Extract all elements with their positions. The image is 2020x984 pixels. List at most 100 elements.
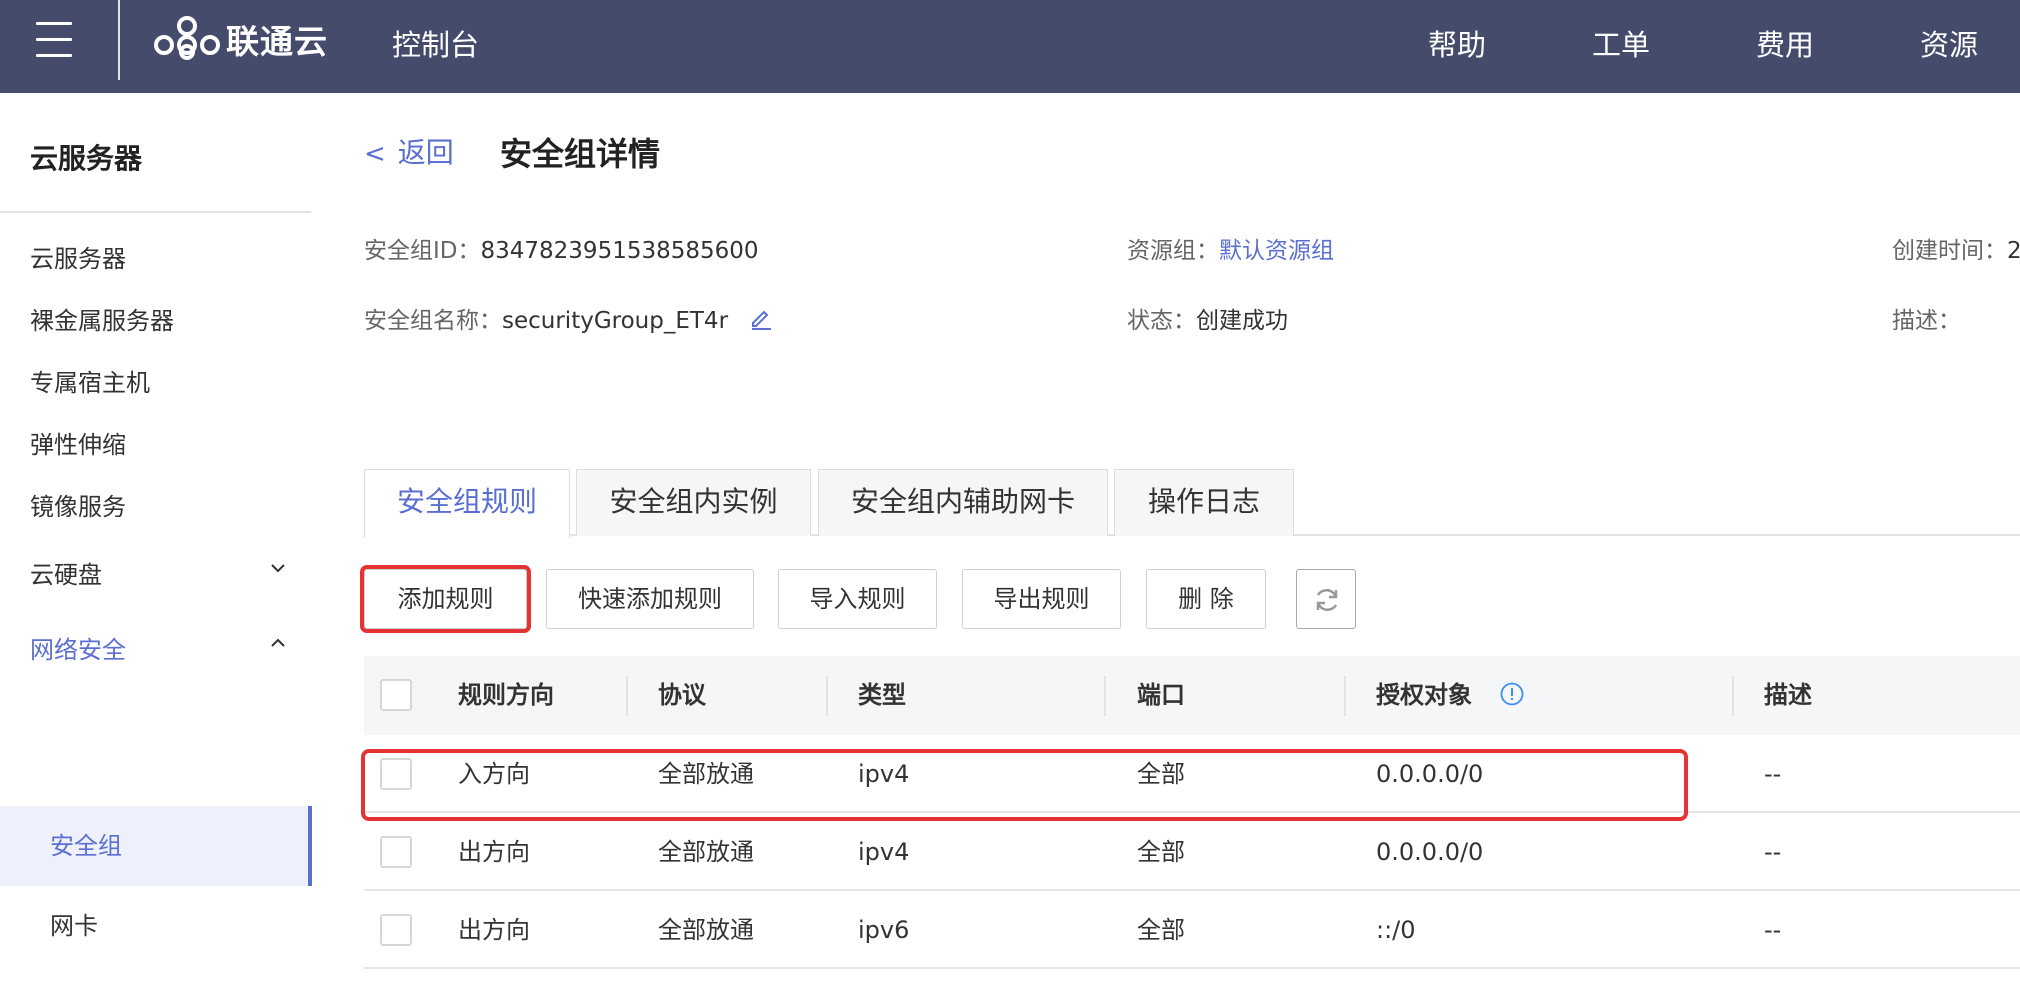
column-divider — [826, 676, 828, 716]
cell-port: 全部 — [1137, 838, 1185, 866]
column-header-description[interactable]: 描述 — [1764, 656, 1812, 735]
info-value: 创建成功 — [1196, 308, 1288, 334]
add-rule-button[interactable]: 添加规则 — [364, 569, 527, 629]
info-security-group-name: 安全组名称：securityGroup_ET4r — [364, 301, 773, 335]
column-header-port[interactable]: 端口 — [1137, 656, 1185, 735]
tab-bar: 安全组规则 安全组内实例 安全组内辅助网卡 操作日志 — [364, 469, 2020, 538]
menu-icon[interactable] — [36, 22, 72, 57]
console-link[interactable]: 控制台 — [392, 22, 479, 64]
cell-direction: 入方向 — [458, 760, 530, 788]
top-bar: 联通云 控制台 帮助 工单 费用 资源 — [0, 0, 2020, 93]
info-label: 状态： — [1127, 308, 1196, 334]
refresh-icon — [1316, 588, 1338, 612]
info-resource-group: 资源组：默认资源组 — [1127, 231, 1334, 265]
logo[interactable]: 联通云 — [152, 14, 328, 64]
refresh-button[interactable] — [1296, 569, 1356, 629]
nav-ticket[interactable]: 工单 — [1592, 22, 1756, 64]
tab-security-group-rules[interactable]: 安全组规则 — [364, 469, 570, 538]
import-rules-button[interactable]: 导入规则 — [778, 569, 937, 629]
cell-source: 0.0.0.0/0 — [1376, 760, 1484, 788]
info-description: 描述： — [1892, 301, 1961, 335]
cell-description: -- — [1764, 838, 1782, 866]
nav-billing[interactable]: 费用 — [1756, 22, 1920, 64]
info-label: 安全组ID： — [364, 238, 481, 264]
sidebar-item-cloud-disk[interactable]: 云硬盘 — [30, 555, 285, 590]
cell-source: ::/0 — [1376, 916, 1416, 944]
sidebar-item-label: 网络安全 — [30, 636, 126, 664]
chevron-down-icon — [271, 564, 285, 573]
sidebar-item-dedicated-host[interactable]: 专属宿主机 — [30, 363, 285, 398]
column-header-label: 授权对象 — [1376, 681, 1472, 709]
info-value: securityGroup_ET4r — [502, 308, 729, 334]
column-divider — [626, 676, 628, 716]
column-header-protocol[interactable]: 协议 — [658, 656, 706, 735]
tab-secondary-nics[interactable]: 安全组内辅助网卡 — [818, 469, 1108, 536]
table-row[interactable]: 出方向 全部放通 ipv6 全部 ::/0 -- — [364, 891, 2020, 969]
cell-protocol: 全部放通 — [658, 760, 754, 788]
table-header: 规则方向 协议 类型 端口 授权对象 描述 — [364, 656, 2020, 735]
export-rules-button[interactable]: 导出规则 — [962, 569, 1121, 629]
resource-group-link[interactable]: 默认资源组 — [1219, 238, 1334, 264]
table-row[interactable]: 入方向 全部放通 ipv4 全部 0.0.0.0/0 -- — [364, 735, 2020, 813]
brand-name: 联通云 — [226, 22, 328, 61]
delete-button[interactable]: 删 除 — [1146, 569, 1266, 629]
sidebar-item-image[interactable]: 镜像服务 — [30, 487, 285, 522]
sidebar-item-label: 云硬盘 — [30, 561, 102, 589]
info-status: 状态：创建成功 — [1127, 301, 1288, 335]
info-value: 2 — [2007, 238, 2020, 264]
back-link[interactable]: < 返回 — [364, 131, 454, 171]
nav-help[interactable]: 帮助 — [1428, 22, 1592, 64]
sidebar-item-auto-scaling[interactable]: 弹性伸缩 — [30, 425, 285, 460]
cell-direction: 出方向 — [458, 916, 530, 944]
sidebar-item-security-group[interactable]: 安全组 — [0, 806, 312, 886]
column-divider — [1344, 676, 1346, 716]
sidebar: 云服务器 云服务器 裸金属服务器 专属宿主机 弹性伸缩 镜像服务 云硬盘 网络安… — [0, 93, 312, 984]
column-divider — [1104, 676, 1106, 716]
column-divider — [1732, 676, 1734, 716]
cell-type: ipv6 — [858, 916, 910, 944]
sidebar-title: 云服务器 — [30, 142, 143, 175]
sidebar-item-nic[interactable]: 网卡 — [0, 886, 312, 966]
row-checkbox[interactable] — [380, 758, 412, 790]
info-label: 安全组名称： — [364, 308, 502, 334]
info-icon[interactable] — [1500, 682, 1524, 706]
column-header-direction[interactable]: 规则方向 — [458, 656, 554, 735]
info-label: 资源组： — [1127, 238, 1219, 264]
unicom-logo-icon — [154, 16, 220, 60]
row-checkbox[interactable] — [380, 914, 412, 946]
table-row[interactable]: 出方向 全部放通 ipv4 全部 0.0.0.0/0 -- — [364, 813, 2020, 891]
sidebar-item-bare-metal[interactable]: 裸金属服务器 — [30, 301, 285, 336]
edit-icon[interactable] — [749, 306, 773, 330]
cell-source: 0.0.0.0/0 — [1376, 838, 1484, 866]
quick-add-rule-button[interactable]: 快速添加规则 — [546, 569, 754, 629]
sidebar-item-ecs[interactable]: 云服务器 — [30, 239, 285, 274]
info-security-group-id: 安全组ID：8347823951538585600 — [364, 231, 759, 265]
sidebar-divider — [0, 211, 311, 213]
column-header-type[interactable]: 类型 — [858, 656, 906, 735]
cell-type: ipv4 — [858, 760, 910, 788]
back-label: 返回 — [397, 136, 454, 169]
cell-type: ipv4 — [858, 838, 910, 866]
cell-port: 全部 — [1137, 916, 1185, 944]
tab-instances[interactable]: 安全组内实例 — [576, 469, 811, 536]
info-created-time: 创建时间：2 — [1892, 231, 2020, 265]
chevron-up-icon — [271, 638, 285, 647]
cell-protocol: 全部放通 — [658, 838, 754, 866]
row-checkbox[interactable] — [380, 836, 412, 868]
cell-direction: 出方向 — [458, 838, 530, 866]
topbar-divider — [118, 0, 120, 80]
info-label: 创建时间： — [1892, 238, 2007, 264]
info-value: 8347823951538585600 — [480, 238, 759, 264]
sidebar-item-network-security[interactable]: 网络安全 — [30, 630, 285, 665]
cell-description: -- — [1764, 760, 1782, 788]
cell-port: 全部 — [1137, 760, 1185, 788]
chevron-left-icon: < — [364, 139, 386, 169]
cell-protocol: 全部放通 — [658, 916, 754, 944]
cell-description: -- — [1764, 916, 1782, 944]
info-label: 描述： — [1892, 308, 1961, 334]
page-title: 安全组详情 — [500, 135, 661, 173]
column-header-source[interactable]: 授权对象 — [1376, 656, 1524, 735]
nav-resources[interactable]: 资源 — [1920, 22, 2020, 64]
select-all-checkbox[interactable] — [380, 679, 412, 711]
tab-operation-log[interactable]: 操作日志 — [1114, 469, 1294, 536]
